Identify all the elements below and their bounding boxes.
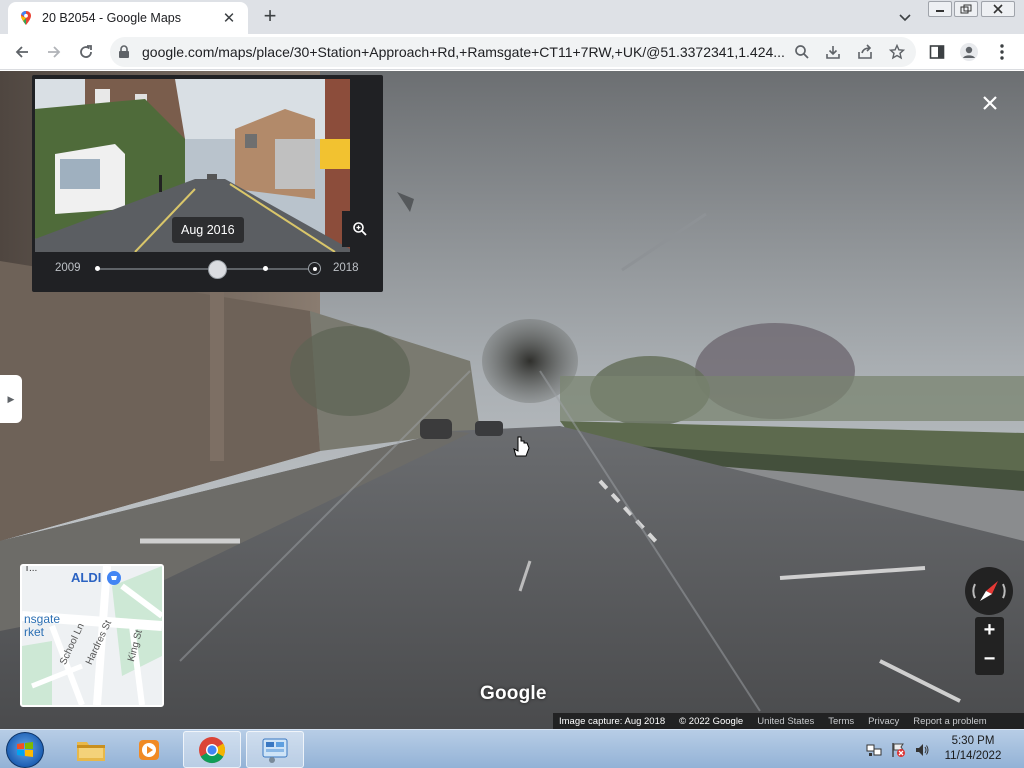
side-panel-icon[interactable] (927, 42, 947, 62)
new-tab-button[interactable]: + (258, 5, 282, 28)
menu-kebab-icon[interactable] (992, 42, 1012, 62)
country-link[interactable]: United States (757, 716, 814, 727)
google-watermark: Google (480, 683, 547, 704)
search-icon[interactable] (794, 44, 810, 60)
window-restore-button[interactable] (954, 1, 978, 17)
media-player-icon[interactable] (120, 731, 178, 768)
clock-date: 11/14/2022 (944, 750, 1002, 762)
timeline-end-year: 2018 (333, 262, 359, 274)
url-text[interactable]: google.com/maps/place/30+Station+Approac… (142, 44, 792, 60)
minimap-aldi-label: ALDI (71, 570, 102, 585)
clock-time: 5:30 PM (951, 735, 995, 747)
control-panel-icon[interactable] (246, 731, 304, 768)
reload-icon[interactable] (76, 42, 96, 62)
close-street-view-icon[interactable] (977, 90, 1003, 116)
selected-date-label: Aug 2016 (172, 217, 244, 243)
zoom-out-button[interactable]: − (975, 646, 1004, 675)
privacy-link[interactable]: Privacy (868, 716, 899, 727)
expand-side-panel-button[interactable]: ▶ (0, 375, 22, 423)
google-maps-pin-icon (18, 10, 34, 26)
time-travel-panel: Aug 2016 2009 2018 (32, 75, 383, 292)
minimap-ramsgate-label: nsgate (24, 612, 61, 626)
install-download-icon[interactable] (825, 44, 841, 60)
tab-google-maps[interactable]: 20 B2054 - Google Maps ✕ (8, 2, 248, 34)
copyright-text: © 2022 Google (679, 716, 744, 727)
profile-avatar-icon[interactable] (959, 42, 979, 62)
action-center-flag-icon[interactable] (890, 742, 906, 758)
compass-icon[interactable] (965, 567, 1013, 615)
timeline-tick-2009[interactable] (95, 266, 100, 271)
terms-link[interactable]: Terms (828, 716, 854, 727)
volume-icon[interactable] (914, 742, 930, 758)
attribution-bar: Image capture: Aug 2018 © 2022 Google Un… (553, 713, 1024, 730)
chrome-taskbar-icon[interactable] (183, 731, 241, 768)
report-problem-link[interactable]: Report a problem (913, 716, 986, 727)
image-capture-date: Image capture: Aug 2018 (559, 716, 666, 727)
minimap-top-fragment: T... (24, 564, 38, 574)
windows-taskbar: 5:30 PM 11/14/2022 (0, 729, 1024, 768)
back-arrow-icon[interactable] (12, 42, 32, 62)
zoom-in-button[interactable]: + (975, 617, 1004, 646)
timeline-tick-2018[interactable] (308, 262, 321, 275)
tab-strip: 20 B2054 - Google Maps ✕ + (0, 0, 1024, 34)
tab-close-icon[interactable]: ✕ (220, 9, 238, 27)
file-explorer-icon[interactable] (62, 731, 120, 768)
chevron-right-icon: ▶ (7, 393, 15, 404)
forward-arrow-icon[interactable] (44, 42, 64, 62)
tab-title: 20 B2054 - Google Maps (42, 11, 181, 25)
window-minimize-button[interactable] (928, 1, 952, 17)
system-clock[interactable]: 5:30 PM 11/14/2022 (933, 734, 1013, 764)
street-view-panorama[interactable]: Aug 2016 2009 2018 ▶ T... ALDI nsgate rk… (0, 71, 1024, 730)
expand-zoom-icon[interactable] (342, 211, 378, 247)
minimap-market-label: rket (24, 625, 45, 639)
timeline-tick-2017[interactable] (263, 266, 268, 271)
tab-search-chevron-icon[interactable] (896, 8, 914, 26)
timeline-slider-thumb[interactable] (208, 260, 227, 279)
timeline-track[interactable] (97, 268, 316, 270)
address-bar[interactable]: google.com/maps/place/30+Station+Approac… (110, 37, 916, 67)
browser-toolbar: google.com/maps/place/30+Station+Approac… (0, 34, 1024, 70)
lock-icon[interactable] (118, 45, 130, 64)
bookmark-star-icon[interactable] (888, 43, 906, 60)
window-close-button[interactable] (981, 1, 1015, 17)
start-button-windows-icon[interactable] (6, 732, 44, 768)
zoom-control: + − (975, 617, 1004, 675)
network-icon[interactable] (866, 742, 882, 758)
minimap[interactable]: T... ALDI nsgate rket School Ln Hardres … (20, 564, 164, 707)
share-icon[interactable] (857, 44, 873, 60)
timeline-start-year: 2009 (55, 262, 81, 274)
